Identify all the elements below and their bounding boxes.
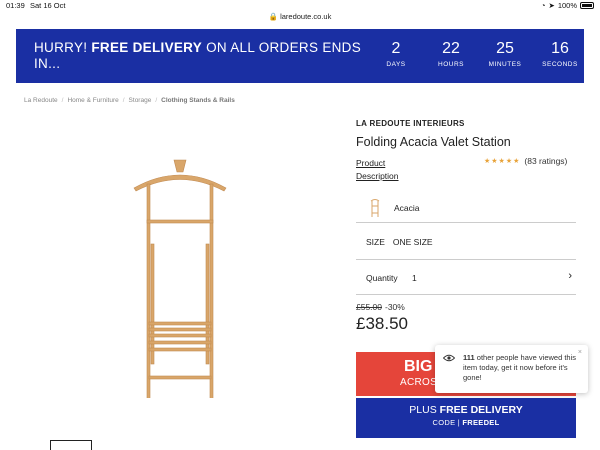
promo-button-big-text: BIG [404,358,433,375]
promo-banner[interactable]: HURRY! FREE DELIVERY ON ALL ORDERS ENDS … [16,29,584,83]
breadcrumb: La Redoute / Home & Furniture / Storage / C… [24,97,235,104]
status-date: Sat 16 Oct [30,1,66,10]
viewers-popup: 111 other people have viewed this item t… [435,345,588,393]
quantity-value: 1 [412,273,417,283]
thumbnail-strip [50,440,300,450]
product-brand[interactable]: LA REDOUTE INTERIEURS [356,119,465,128]
countdown-hours: 22 HOURS [438,40,464,68]
breadcrumb-link-home[interactable]: La Redoute [24,97,58,104]
countdown-minutes: 25 MINUTES [488,40,522,68]
breadcrumb-link-home-furniture[interactable]: Home & Furniture [67,97,118,104]
rating-count: (83 ratings) [524,156,568,166]
close-icon[interactable]: × [578,349,582,356]
old-price: £55.00 -30% [356,302,405,312]
eye-icon [443,354,455,362]
delivery-code: CODE | FREEDEL [432,418,500,427]
rating[interactable]: ★★★★★ (83 ratings) [484,156,567,166]
chevron-right-icon: › [568,270,572,282]
location-icon: ➤ [548,1,555,10]
free-delivery-text: PLUS FREE DELIVERY [409,404,523,416]
color-swatch-icon [370,199,380,217]
rating-stars: ★★★★★ [484,158,521,165]
status-bar: 01:39 Sat 16 Oct 🔒 laredoute.co.uk ◔ ➤ 1… [0,0,600,21]
viewers-message: 111 other people have viewed this item t… [463,353,577,382]
product-image[interactable] [120,148,240,398]
countdown-days: 2 DAYS [386,40,406,68]
product-description-link[interactable]: Product Description [356,157,406,183]
status-time: 01:39 [6,1,25,10]
status-right: ◔ ➤ 100% [541,1,594,10]
size-selector: SIZE ONE SIZE [356,223,576,260]
free-delivery-banner[interactable]: PLUS FREE DELIVERY CODE | FREEDEL [356,398,576,438]
thumbnail-selected[interactable] [50,440,92,450]
wifi-icon: ◔ [540,1,546,10]
quantity-label: Quantity [366,273,398,283]
battery-percent: 100% [557,1,577,10]
color-selector[interactable]: Acacia [356,193,576,223]
url-text: laredoute.co.uk [280,12,332,21]
color-label: Acacia [394,203,420,213]
promo-message: HURRY! FREE DELIVERY ON ALL ORDERS ENDS … [34,40,362,71]
lock-icon: 🔒 [268,12,278,21]
battery-icon [580,2,594,9]
countdown-seconds: 16 SECONDS [542,40,578,68]
current-price: £38.50 [356,314,408,333]
quantity-selector[interactable]: Quantity 1 › [356,260,576,295]
address-bar[interactable]: 🔒 laredoute.co.uk [0,12,600,21]
product-title: Folding Acacia Valet Station [356,135,511,149]
size-info: SIZE ONE SIZE [366,237,433,247]
breadcrumb-link-storage[interactable]: Storage [129,97,152,104]
breadcrumb-current: Clothing Stands & Rails [161,97,235,104]
